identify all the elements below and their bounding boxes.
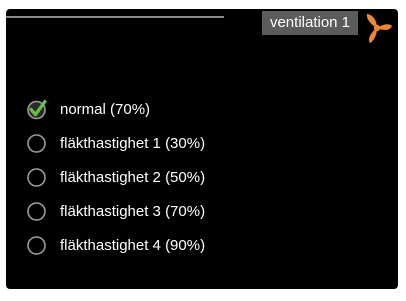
fan-icon bbox=[366, 14, 392, 43]
option-speed-1[interactable]: fläkthastighet 1 (30%) bbox=[26, 126, 205, 160]
option-list: normal (70%) fläkthastighet 1 (30%) fläk… bbox=[26, 92, 205, 262]
option-speed-2[interactable]: fläkthastighet 2 (50%) bbox=[26, 160, 205, 194]
option-speed-3[interactable]: fläkthastighet 3 (70%) bbox=[26, 194, 205, 228]
option-label: fläkthastighet 2 (50%) bbox=[60, 168, 206, 186]
checkmark-selected-icon bbox=[27, 99, 47, 119]
display-frame: ventilation 1 normal (70%) fläkthastighe… bbox=[0, 0, 406, 301]
option-label: normal (70%) bbox=[60, 100, 151, 118]
option-label: fläkthastighet 1 (30%) bbox=[60, 134, 206, 152]
radio-unselected-icon bbox=[27, 235, 46, 255]
header-divider bbox=[6, 16, 224, 18]
display-screen: ventilation 1 normal (70%) fläkthastighe… bbox=[6, 9, 398, 289]
option-normal[interactable]: normal (70%) bbox=[26, 92, 205, 126]
radio-unselected-icon bbox=[27, 167, 46, 187]
radio-unselected-icon bbox=[27, 201, 46, 221]
menu-title: ventilation 1 bbox=[262, 11, 358, 35]
radio-unselected-icon bbox=[27, 133, 46, 153]
option-label: fläkthastighet 4 (90%) bbox=[60, 236, 206, 254]
option-label: fläkthastighet 3 (70%) bbox=[60, 202, 206, 220]
option-speed-4[interactable]: fläkthastighet 4 (90%) bbox=[26, 228, 205, 262]
